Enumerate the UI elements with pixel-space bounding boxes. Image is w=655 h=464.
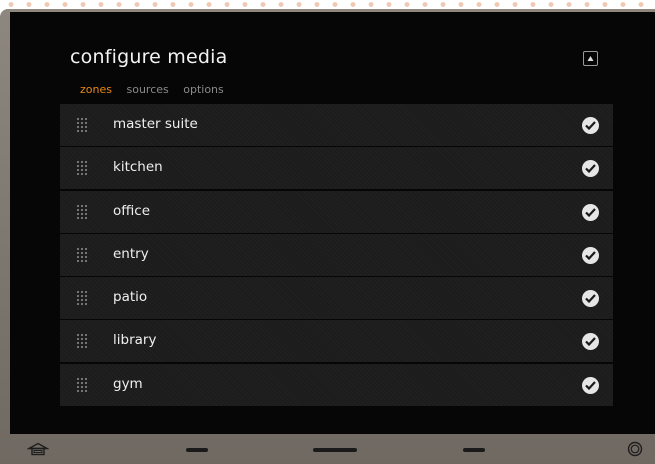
check-circle-icon[interactable] (582, 203, 599, 221)
zone-label: patio (113, 289, 148, 306)
zone-label: gym (113, 375, 143, 392)
drag-handle-icon[interactable] (76, 117, 87, 133)
check-circle-icon[interactable] (582, 160, 599, 178)
zone-row-kitchen[interactable]: kitchen (60, 147, 613, 190)
tab-sources[interactable]: sources (126, 83, 168, 96)
drag-handle-icon[interactable] (76, 290, 87, 307)
triangle-up-icon (587, 56, 594, 61)
drag-handle-icon[interactable] (76, 376, 87, 393)
zone-row-entry[interactable]: entry (60, 233, 613, 276)
screen: configure media zones sources options ma… (10, 12, 655, 434)
check-circle-icon[interactable] (582, 117, 599, 134)
tab-zones[interactable]: zones (80, 83, 112, 96)
settings-icon[interactable] (627, 441, 643, 457)
check-circle-icon[interactable] (582, 376, 599, 394)
check-circle-icon[interactable] (582, 290, 599, 308)
check-circle-icon[interactable] (582, 246, 599, 264)
drag-handle-icon[interactable] (76, 203, 87, 220)
zone-label: kitchen (113, 159, 163, 176)
drag-handle-icon[interactable] (76, 160, 87, 177)
tab-bar: zones sources options (80, 83, 235, 96)
drag-handle-icon[interactable] (76, 246, 87, 263)
zone-row-library[interactable]: library (60, 320, 613, 363)
zone-label: master suite (113, 116, 198, 132)
home-icon[interactable] (27, 442, 49, 456)
collapse-button[interactable] (583, 51, 598, 66)
zone-row-patio[interactable]: patio (60, 277, 613, 320)
drag-handle-icon[interactable] (76, 333, 87, 350)
zone-list: master suite kitchen office entry patio (60, 104, 613, 407)
tab-options[interactable]: options (183, 83, 224, 96)
decorative-dot-border (0, 0, 655, 9)
hardware-button-left[interactable] (186, 448, 208, 452)
page-title: configure media (70, 46, 228, 68)
hardware-button-right[interactable] (463, 448, 485, 452)
hardware-button-bar (0, 434, 655, 464)
zone-row-master-suite[interactable]: master suite (60, 104, 613, 146)
hardware-button-center[interactable] (313, 448, 357, 452)
zone-label: office (113, 202, 151, 219)
zone-row-gym[interactable]: gym (60, 363, 613, 406)
zone-label: library (113, 332, 157, 349)
zone-row-office[interactable]: office (60, 190, 613, 233)
device-frame: configure media zones sources options ma… (0, 9, 655, 464)
zone-label: entry (113, 245, 149, 262)
check-circle-icon[interactable] (582, 333, 599, 351)
